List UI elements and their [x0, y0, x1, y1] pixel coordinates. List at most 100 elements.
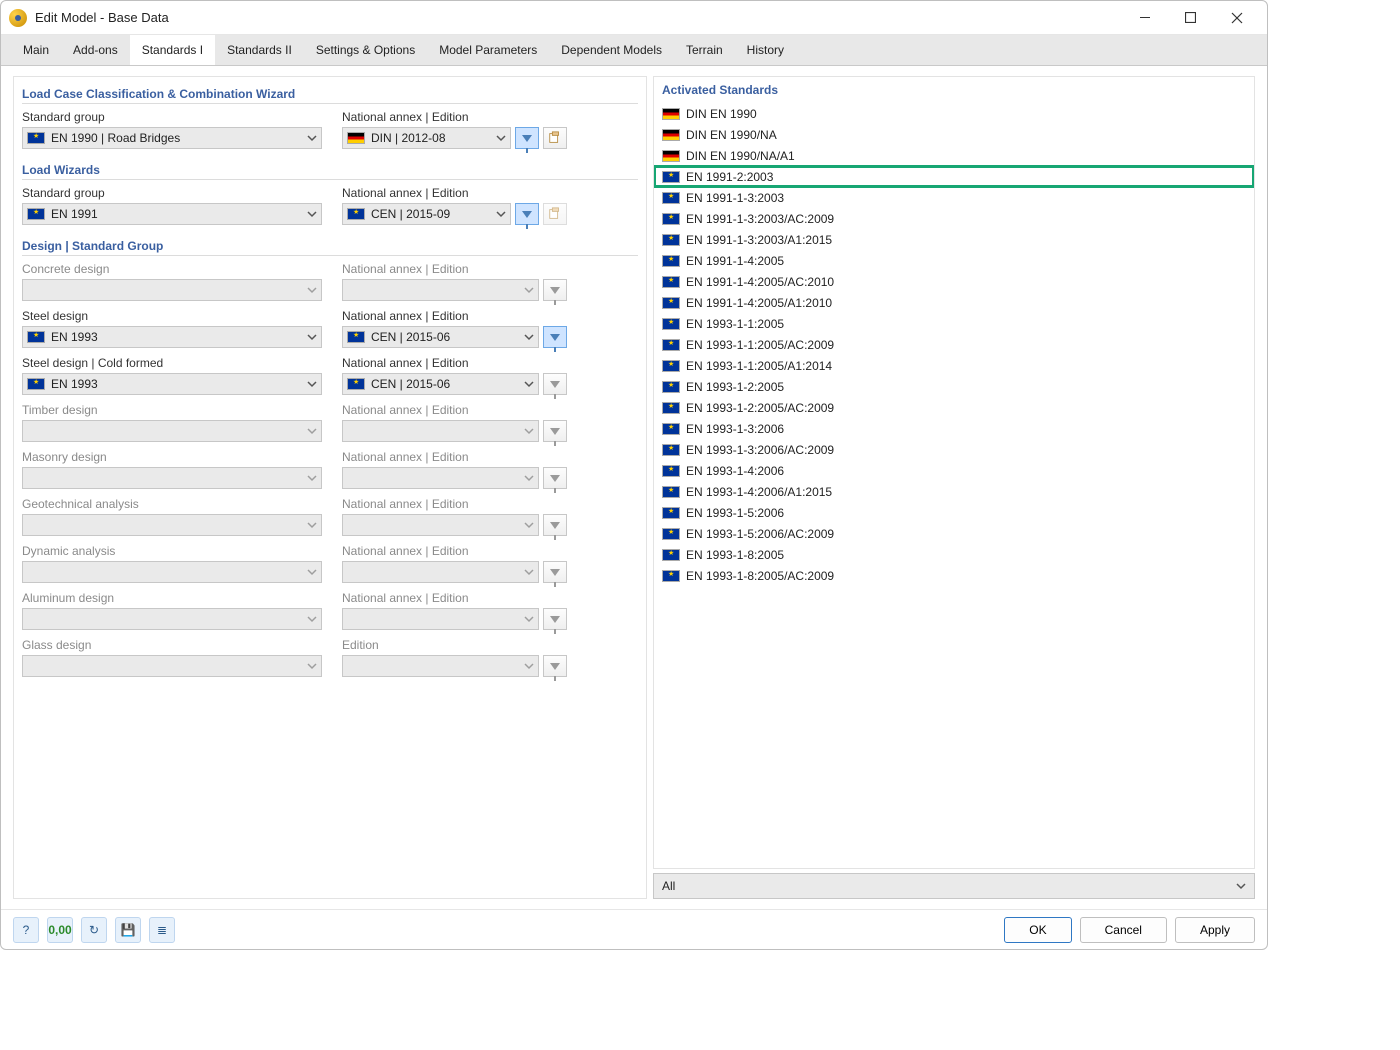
design-row-label: Glass design	[22, 638, 322, 652]
tab-dependent-models[interactable]: Dependent Models	[549, 35, 674, 65]
standard-item[interactable]: EN 1993-1-5:2006	[654, 502, 1254, 523]
standard-item[interactable]: EN 1993-1-8:2005/AC:2009	[654, 565, 1254, 586]
units-icon: 0,00	[48, 923, 71, 937]
filter-button[interactable]	[515, 127, 539, 149]
standard-item-label: EN 1993-1-8:2005	[686, 548, 784, 562]
design-sg-dd[interactable]: EN 1993	[22, 373, 322, 395]
standard-item[interactable]: EN 1991-1-4:2005/AC:2010	[654, 271, 1254, 292]
standard-item[interactable]: EN 1993-1-5:2006/AC:2009	[654, 523, 1254, 544]
design-nae-dd[interactable]: CEN | 2015-06	[342, 373, 539, 395]
help-button[interactable]: ?	[13, 917, 39, 943]
eu-flag-icon	[347, 331, 365, 343]
design-row-label: Masonry design	[22, 450, 322, 464]
funnel-icon	[550, 475, 560, 482]
standard-item[interactable]: DIN EN 1990/NA/A1	[654, 145, 1254, 166]
filter-all-dd[interactable]: All	[653, 873, 1255, 899]
standard-item[interactable]: EN 1993-1-8:2005	[654, 544, 1254, 565]
standard-item[interactable]: EN 1993-1-1:2005/AC:2009	[654, 334, 1254, 355]
chevron-down-icon	[307, 615, 317, 623]
design-nae-label: National annex | Edition	[342, 403, 567, 417]
standard-item-label: EN 1991-1-3:2003	[686, 191, 784, 205]
design-nae-dd	[342, 655, 539, 677]
units-button[interactable]: 0,00	[47, 917, 73, 943]
standard-item[interactable]: EN 1991-1-4:2005	[654, 250, 1254, 271]
funnel-icon	[550, 522, 560, 529]
chevron-down-icon	[1236, 882, 1246, 890]
s2-nae-dd[interactable]: CEN | 2015-09	[342, 203, 511, 225]
standard-item[interactable]: EN 1993-1-1:2005	[654, 313, 1254, 334]
tab-standards-ii[interactable]: Standards II	[215, 35, 304, 65]
standard-item[interactable]: EN 1991-1-3:2003/AC:2009	[654, 208, 1254, 229]
section-title: Design | Standard Group	[22, 233, 638, 256]
tab-add-ons[interactable]: Add-ons	[61, 35, 130, 65]
standard-item[interactable]: EN 1993-1-1:2005/A1:2014	[654, 355, 1254, 376]
filter-button[interactable]	[543, 326, 567, 348]
funnel-icon	[550, 334, 560, 341]
s1-standard-group-dd[interactable]: EN 1990 | Road Bridges	[22, 127, 322, 149]
tab-model-parameters[interactable]: Model Parameters	[427, 35, 549, 65]
design-nae-dd[interactable]: CEN | 2015-06	[342, 326, 539, 348]
standard-item-label: EN 1991-1-3:2003/AC:2009	[686, 212, 834, 226]
standard-item[interactable]: EN 1991-1-4:2005/A1:2010	[654, 292, 1254, 313]
label-nae: National annex | Edition	[342, 110, 567, 124]
standard-item[interactable]: EN 1993-1-4:2006/A1:2015	[654, 481, 1254, 502]
de-flag-icon	[662, 150, 680, 162]
standard-item-label: EN 1993-1-4:2006	[686, 464, 784, 478]
tab-standards-i[interactable]: Standards I	[130, 35, 215, 65]
s1-nae-dd[interactable]: DIN | 2012-08	[342, 127, 511, 149]
minimize-icon	[1140, 17, 1150, 18]
clipboard-button[interactable]	[543, 203, 567, 225]
standard-item[interactable]: EN 1991-2:2003	[654, 166, 1254, 187]
de-flag-icon	[662, 108, 680, 120]
standard-item[interactable]: DIN EN 1990	[654, 103, 1254, 124]
chevron-down-icon	[307, 662, 317, 670]
filter-button[interactable]	[543, 373, 567, 395]
save-button[interactable]: 💾	[115, 917, 141, 943]
funnel-icon	[550, 381, 560, 388]
tab-terrain[interactable]: Terrain	[674, 35, 735, 65]
section-title: Load Wizards	[22, 157, 638, 180]
chevron-down-icon	[524, 474, 534, 482]
design-row-label: Timber design	[22, 403, 322, 417]
standard-item[interactable]: EN 1991-1-3:2003	[654, 187, 1254, 208]
chevron-down-icon	[307, 474, 317, 482]
cancel-button[interactable]: Cancel	[1080, 917, 1167, 943]
standard-item[interactable]: DIN EN 1990/NA	[654, 124, 1254, 145]
chevron-down-icon	[307, 521, 317, 529]
standard-item-label: EN 1993-1-1:2005/AC:2009	[686, 338, 834, 352]
design-nae-value: CEN | 2015-06	[371, 377, 450, 391]
standard-item[interactable]: EN 1993-1-2:2005	[654, 376, 1254, 397]
clipboard-button[interactable]	[543, 127, 567, 149]
eu-flag-icon	[662, 234, 680, 246]
eu-flag-icon	[27, 378, 45, 390]
chevron-down-icon	[307, 427, 317, 435]
standard-item[interactable]: EN 1991-1-3:2003/A1:2015	[654, 229, 1254, 250]
standard-item[interactable]: EN 1993-1-4:2006	[654, 460, 1254, 481]
tab-settings-options[interactable]: Settings & Options	[304, 35, 427, 65]
standard-item-label: EN 1993-1-3:2006	[686, 422, 784, 436]
tab-main[interactable]: Main	[11, 35, 61, 65]
s2-standard-group-dd[interactable]: EN 1991	[22, 203, 322, 225]
standard-item[interactable]: EN 1993-1-3:2006/AC:2009	[654, 439, 1254, 460]
left-panel: Load Case Classification & Combination W…	[13, 76, 647, 899]
close-button[interactable]	[1214, 4, 1259, 32]
design-row-label: Steel design	[22, 309, 322, 323]
tab-history[interactable]: History	[735, 35, 796, 65]
database-button[interactable]: ≣	[149, 917, 175, 943]
standard-item[interactable]: EN 1993-1-2:2005/AC:2009	[654, 397, 1254, 418]
standard-item-label: EN 1993-1-3:2006/AC:2009	[686, 443, 834, 457]
design-sg-dd[interactable]: EN 1993	[22, 326, 322, 348]
maximize-button[interactable]	[1168, 4, 1213, 32]
ok-button[interactable]: OK	[1004, 917, 1071, 943]
apply-button[interactable]: Apply	[1175, 917, 1255, 943]
design-sg-dd	[22, 514, 322, 536]
refresh-button[interactable]: ↻	[81, 917, 107, 943]
eu-flag-icon	[662, 276, 680, 288]
standard-item[interactable]: EN 1993-1-3:2006	[654, 418, 1254, 439]
filter-button[interactable]	[515, 203, 539, 225]
design-nae-dd	[342, 420, 539, 442]
funnel-icon	[522, 135, 532, 142]
eu-flag-icon	[662, 360, 680, 372]
minimize-button[interactable]	[1122, 4, 1167, 32]
eu-flag-icon	[27, 208, 45, 220]
